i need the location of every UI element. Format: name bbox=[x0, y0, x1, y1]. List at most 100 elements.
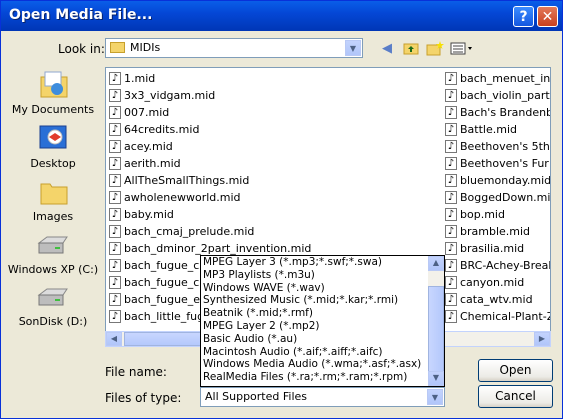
midi-file-icon: ♪ bbox=[445, 242, 457, 255]
file-item[interactable]: ♪ bramble.mid bbox=[445, 223, 550, 240]
view-menu-icon[interactable] bbox=[449, 39, 475, 57]
file-item[interactable]: ♪ awholenewworld.mid bbox=[109, 189, 311, 206]
filetype-option[interactable]: MPEG Layer 3 (*.mp3;*.swf;*.swa) bbox=[201, 256, 444, 269]
file-name: Battle.mid bbox=[460, 123, 517, 136]
place-label: Images bbox=[32, 210, 74, 223]
file-name: BRC-Achey-Breaky bbox=[460, 259, 551, 272]
file-name: 1.mid bbox=[124, 72, 156, 85]
filetype-option[interactable]: RealMedia Files (*.ra;*.rm;*.ram;*.rpm) bbox=[201, 371, 444, 384]
midi-file-icon: ♪ bbox=[109, 123, 121, 136]
file-name: acey.mid bbox=[124, 140, 173, 153]
filetype-label: Files of type: bbox=[105, 391, 182, 405]
file-item[interactable]: ♪ 64credits.mid bbox=[109, 121, 311, 138]
midi-file-icon: ♪ bbox=[109, 72, 121, 85]
midi-file-icon: ♪ bbox=[109, 191, 121, 204]
close-button[interactable]: ✕ bbox=[537, 6, 558, 27]
title-bar[interactable]: Open Media File... ? ✕ bbox=[1, 1, 562, 31]
scroll-left-button[interactable]: ◀ bbox=[106, 332, 122, 346]
cancel-button[interactable]: Cancel bbox=[478, 385, 553, 408]
place-windows-xp-c[interactable]: Windows XP (C:) bbox=[7, 229, 99, 276]
scroll-up-button[interactable]: ▲ bbox=[428, 256, 444, 271]
filetype-option[interactable]: Beatnik (*.mid;*.rmf) bbox=[201, 307, 444, 320]
file-name: BoggedDown.mid bbox=[460, 191, 551, 204]
file-item[interactable]: ♪ AllTheSmallThings.mid bbox=[109, 172, 311, 189]
file-item[interactable]: ♪ acey.mid bbox=[109, 138, 311, 155]
file-item[interactable]: ♪ 3x3_vidgam.mid bbox=[109, 87, 311, 104]
midi-file-icon: ♪ bbox=[445, 225, 457, 238]
midi-file-icon: ♪ bbox=[445, 310, 457, 323]
filetype-options: MPEG Layer 3 (*.mp3;*.swf;*.swa) MP3 Play… bbox=[201, 256, 444, 384]
filetype-dropdown-arrow[interactable]: ▼ bbox=[427, 389, 443, 405]
hard-drive-icon bbox=[35, 229, 71, 261]
place-label: SonDisk (D:) bbox=[18, 315, 88, 328]
back-icon[interactable]: ◀ bbox=[377, 39, 397, 57]
file-item[interactable]: ♪ cata_wtv.mid bbox=[445, 291, 550, 308]
file-name: bach_cmaj_prelude.mid bbox=[124, 225, 255, 238]
lookin-combo[interactable]: MIDIs ▼ bbox=[105, 38, 363, 58]
file-item[interactable]: ♪Chemical-Plant-Zon bbox=[445, 308, 550, 325]
file-name: Chemical-Plant-Zon bbox=[460, 310, 550, 323]
file-name: baby.mid bbox=[124, 208, 174, 221]
file-item[interactable]: ♪Bach's Brandenburg bbox=[445, 104, 551, 121]
up-folder-icon[interactable] bbox=[401, 39, 421, 57]
file-item[interactable]: ♪ aerith.mid bbox=[109, 155, 311, 172]
filetype-option[interactable]: MPEG Layer 2 (*.mp2) bbox=[201, 320, 444, 333]
window-title: Open Media File... bbox=[9, 7, 153, 23]
file-item[interactable]: ♪ brasilia.mid bbox=[445, 240, 550, 257]
my-documents-icon bbox=[35, 69, 71, 101]
file-name: Beethoven's Fur Eli bbox=[460, 157, 550, 170]
midi-file-icon: ♪ bbox=[445, 276, 457, 289]
file-name: Bach's Brandenburg bbox=[460, 106, 551, 119]
open-media-dialog: Open Media File... ? ✕ Look in: MIDIs ▼ … bbox=[0, 0, 563, 419]
new-folder-icon[interactable] bbox=[425, 39, 445, 57]
file-item[interactable]: ♪ 007.mid bbox=[109, 104, 311, 121]
filetype-option[interactable]: Macintosh Audio (*.aif;*.aiff;*.aifc) bbox=[201, 346, 444, 359]
lookin-dropdown-arrow[interactable]: ▼ bbox=[345, 40, 361, 56]
file-name: AllTheSmallThings.mid bbox=[124, 174, 250, 187]
file-item[interactable]: ♪ Battle.mid bbox=[445, 121, 550, 138]
lookin-label: Look in: bbox=[58, 42, 105, 56]
file-item[interactable]: ♪ bluemonday.mid bbox=[445, 172, 550, 189]
file-item[interactable]: ♪bach_violin_partita bbox=[445, 87, 550, 104]
scroll-right-button[interactable]: ▶ bbox=[534, 332, 550, 346]
file-item[interactable]: ♪Beethoven's 5th Sy bbox=[445, 138, 550, 155]
file-item[interactable]: ♪ baby.mid bbox=[109, 206, 311, 223]
filetype-dropdown-list[interactable]: MPEG Layer 3 (*.mp3;*.swf;*.swa) MP3 Play… bbox=[200, 255, 445, 387]
file-name: 007.mid bbox=[124, 106, 170, 119]
midi-file-icon: ♪ bbox=[109, 242, 121, 255]
place-label: Windows XP (C:) bbox=[7, 263, 99, 276]
file-item[interactable]: ♪bach_menuet_in_G bbox=[445, 70, 551, 87]
file-item[interactable]: ♪ bach_cmaj_prelude.mid bbox=[109, 223, 311, 240]
folder-icon bbox=[110, 42, 125, 53]
midi-file-icon: ♪ bbox=[109, 208, 121, 221]
place-sondisk-d[interactable]: SonDisk (D:) bbox=[7, 281, 99, 328]
open-button[interactable]: Open bbox=[478, 359, 553, 382]
file-item[interactable]: ♪ bop.mid bbox=[445, 206, 550, 223]
scroll-down-button[interactable]: ▼ bbox=[428, 371, 444, 386]
file-item[interactable]: ♪ BoggedDown.mid bbox=[445, 189, 551, 206]
places-bar: My Documents Desktop Images Windows XP (… bbox=[7, 67, 99, 335]
file-item[interactable]: ♪ canyon.mid bbox=[445, 274, 550, 291]
file-name: bach_menuet_in_G bbox=[460, 72, 551, 85]
place-desktop[interactable]: Desktop bbox=[7, 123, 99, 170]
place-label: Desktop bbox=[30, 157, 76, 170]
filetype-select[interactable]: All Supported Files ▼ bbox=[200, 387, 445, 407]
midi-file-icon: ♪ bbox=[445, 72, 457, 85]
dropdown-vertical-scrollbar[interactable]: ▲ ▼ bbox=[428, 256, 444, 386]
help-button[interactable]: ? bbox=[513, 6, 534, 27]
file-name: aerith.mid bbox=[124, 157, 181, 170]
filetype-option[interactable]: Windows WAVE (*.wav) bbox=[201, 282, 444, 295]
filetype-option[interactable]: Basic Audio (*.au) bbox=[201, 333, 444, 346]
midi-file-icon: ♪ bbox=[445, 140, 457, 153]
filetype-option[interactable]: MP3 Playlists (*.m3u) bbox=[201, 269, 444, 282]
midi-file-icon: ♪ bbox=[445, 293, 457, 306]
file-item[interactable]: ♪ 1.mid bbox=[109, 70, 311, 87]
place-my-documents[interactable]: My Documents bbox=[7, 69, 99, 116]
file-name: 64credits.mid bbox=[124, 123, 200, 136]
file-item[interactable]: ♪Beethoven's Fur Eli bbox=[445, 155, 550, 172]
filetype-option[interactable]: Synthesized Music (*.mid;*.kar;*.rmi) bbox=[201, 294, 444, 307]
filetype-option[interactable]: Windows Media Audio (*.wma;*.asf;*.asx) bbox=[201, 358, 444, 371]
vertical-scroll-thumb[interactable] bbox=[428, 286, 444, 372]
file-item[interactable]: ♪ BRC-Achey-Breaky bbox=[445, 257, 551, 274]
place-images[interactable]: Images bbox=[7, 176, 99, 223]
